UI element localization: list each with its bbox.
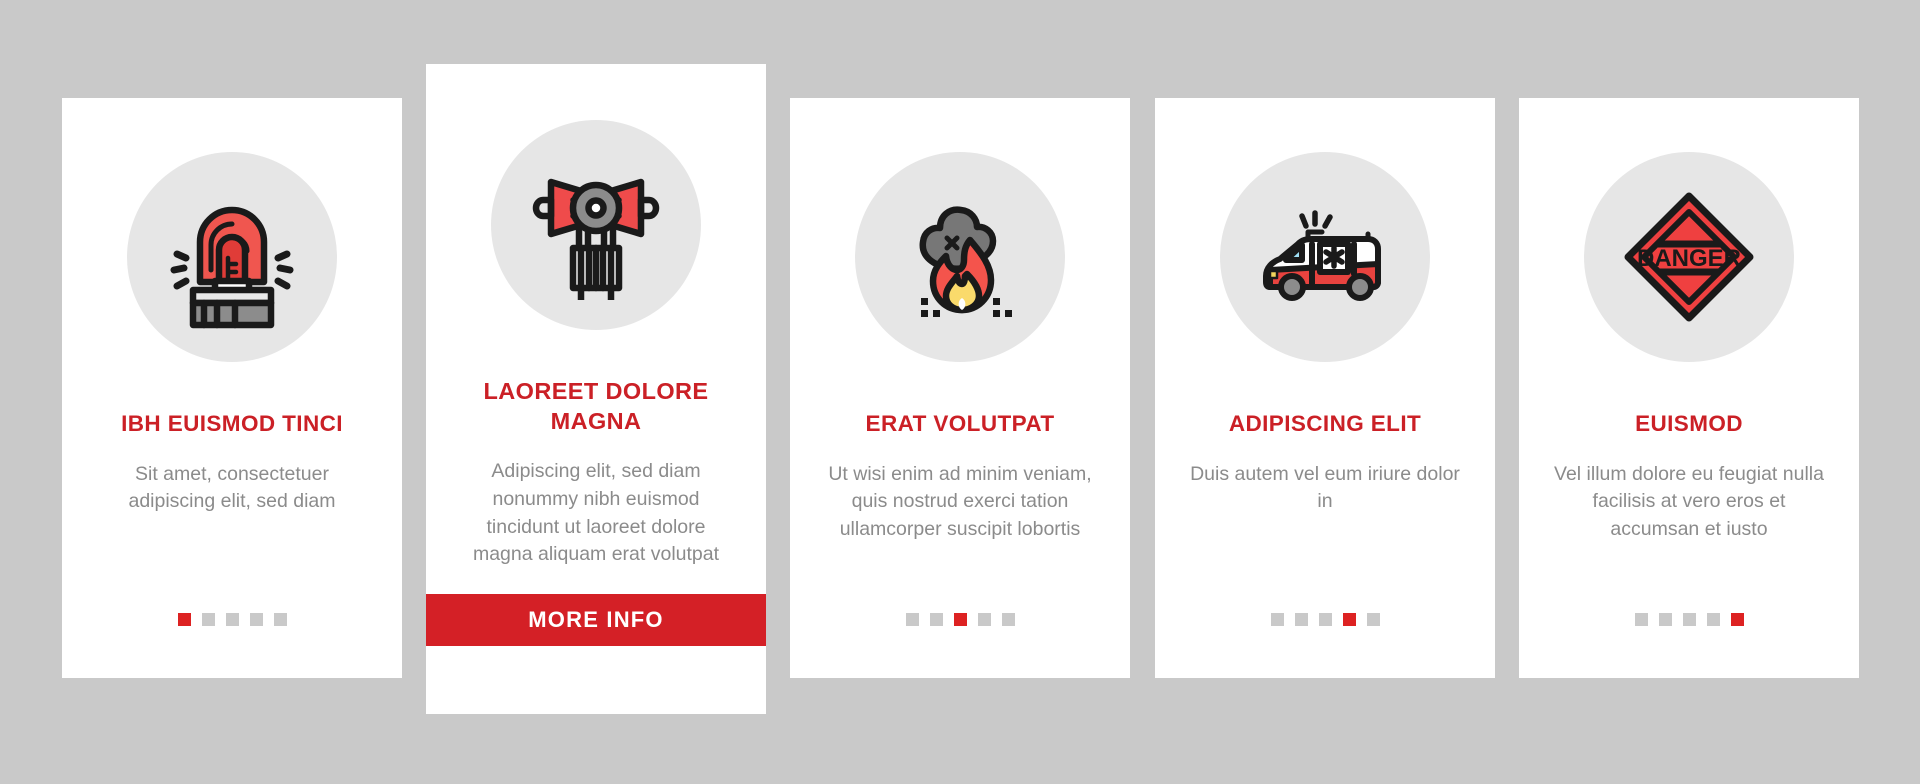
page-dot[interactable] (1342, 613, 1356, 626)
onboarding-card-1[interactable]: IBH EUISMOD TINCI Sit amet, consectetuer… (62, 98, 402, 678)
danger-label: DANGER (1637, 245, 1741, 272)
card-body: Duis autem vel eum iriure dolor in (1190, 462, 1460, 513)
page-dot[interactable] (1294, 613, 1308, 626)
card-title: LAOREET DOLORE MAGNA (483, 378, 709, 435)
card-title: IBH EUISMOD TINCI (121, 411, 343, 436)
page-dot[interactable] (1001, 613, 1015, 626)
card-title: ADIPISCING ELIT (1228, 411, 1422, 436)
card-body: Sit amet, consectetuer adipiscing elit, … (128, 462, 336, 513)
page-dot[interactable] (273, 613, 287, 626)
fire-smoke-icon (855, 152, 1065, 362)
page-dot[interactable] (953, 613, 967, 626)
page-dot[interactable] (1658, 613, 1672, 626)
page-dot[interactable] (1730, 613, 1744, 626)
fire-hose-reel-icon (491, 120, 701, 330)
danger-sign-icon: DANGER (1584, 152, 1794, 362)
page-indicator-dots[interactable] (1155, 613, 1495, 626)
card-title: EUISMOD (1635, 411, 1743, 436)
ambulance-icon (1220, 152, 1430, 362)
page-indicator-dots[interactable] (790, 613, 1130, 626)
page-dot[interactable] (1366, 613, 1380, 626)
page-dot[interactable] (977, 613, 991, 626)
page-dot[interactable] (201, 613, 215, 626)
page-dot[interactable] (929, 613, 943, 626)
card-body: Adipiscing elit, sed diam nonummy nibh e… (472, 460, 720, 566)
page-dot[interactable] (1318, 613, 1332, 626)
page-dot[interactable] (1682, 613, 1696, 626)
page-indicator-dots[interactable] (1519, 613, 1859, 626)
emergency-siren-icon (127, 152, 337, 362)
page-dot[interactable] (225, 613, 239, 626)
onboarding-card-5[interactable]: DANGER EUISMOD Vel illum dolore eu feugi… (1519, 98, 1859, 678)
onboarding-card-2-featured[interactable]: LAOREET DOLORE MAGNA Adipiscing elit, se… (426, 64, 766, 714)
page-dot[interactable] (1706, 613, 1720, 626)
page-dot[interactable] (249, 613, 263, 626)
onboarding-card-4[interactable]: ADIPISCING ELIT Duis autem vel eum iriur… (1155, 98, 1495, 678)
page-dot[interactable] (1634, 613, 1648, 626)
onboarding-screens-container: IBH EUISMOD TINCI Sit amet, consectetuer… (0, 0, 1920, 784)
card-body: Vel illum dolore eu feugiat nulla facili… (1554, 462, 1824, 541)
onboarding-card-3[interactable]: ERAT VOLUTPAT Ut wisi enim ad minim veni… (790, 98, 1130, 678)
page-dot[interactable] (1270, 613, 1284, 626)
more-info-button[interactable]: MORE INFO (426, 594, 766, 646)
page-indicator-dots[interactable] (62, 613, 402, 626)
page-dot[interactable] (177, 613, 191, 626)
card-body: Ut wisi enim ad minim veniam, quis nostr… (828, 462, 1092, 541)
page-dot[interactable] (905, 613, 919, 626)
card-title: ERAT VOLUTPAT (865, 411, 1055, 436)
